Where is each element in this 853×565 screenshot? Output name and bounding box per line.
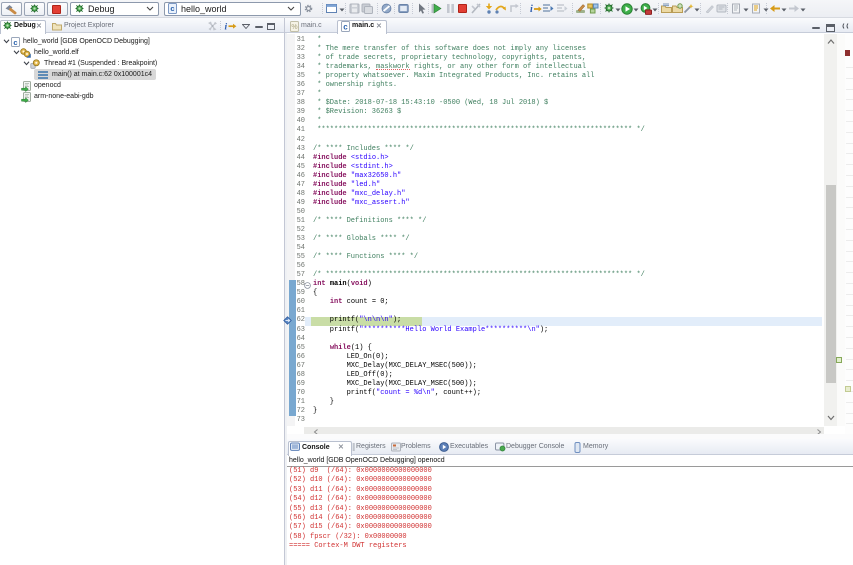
svg-text:i: i	[225, 23, 228, 32]
svg-text:%: %	[291, 24, 297, 31]
svg-text:c: c	[170, 4, 174, 13]
svg-text:i: i	[530, 4, 533, 14]
svg-text:c: c	[13, 38, 17, 47]
svg-text:c: c	[343, 23, 348, 32]
